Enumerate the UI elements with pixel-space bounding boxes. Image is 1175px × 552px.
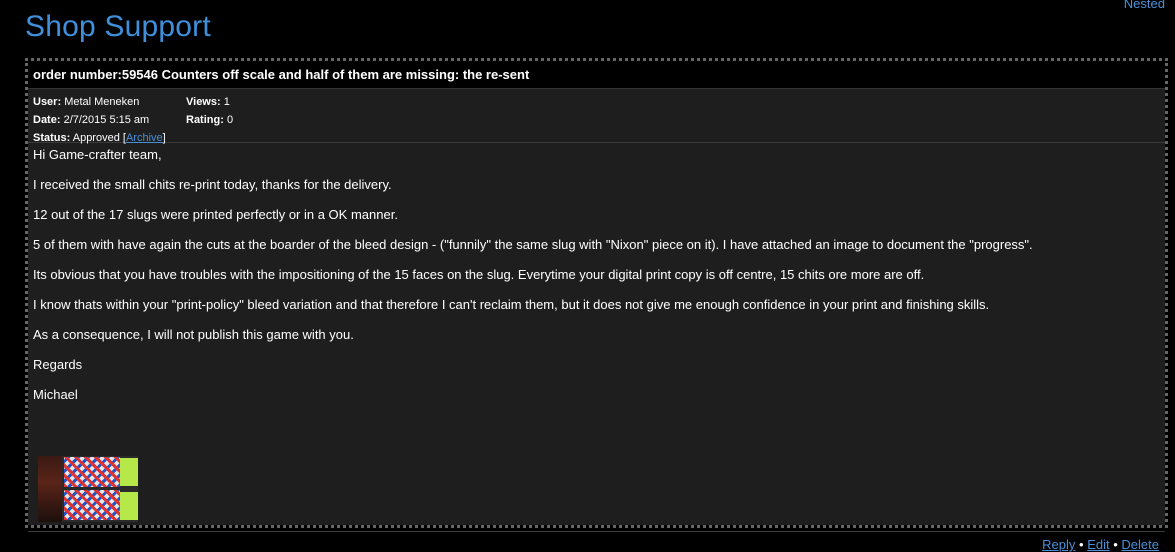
post-actions: Reply • Edit • Delete xyxy=(1042,537,1159,552)
sticky-note-image xyxy=(120,492,138,520)
attachment-thumbnail[interactable] xyxy=(38,456,138,522)
action-separator: • xyxy=(1113,537,1118,552)
status-value: Approved xyxy=(72,132,120,144)
post-content-area: User: Metal Meneken Views: 1 Date: 2/7/2… xyxy=(28,89,1165,552)
reply-link[interactable]: Reply xyxy=(1042,537,1075,552)
date-value: 2/7/2015 5:15 am xyxy=(63,114,150,126)
body-paragraph: I know thats within your "print-policy" … xyxy=(33,297,990,312)
meta-date: Date: 2/7/2015 5:15 am xyxy=(33,111,149,129)
post-subject: order number:59546 Counters off scale an… xyxy=(28,61,1165,89)
body-paragraph: Its obvious that you have troubles with … xyxy=(33,267,925,282)
delete-link[interactable]: Delete xyxy=(1121,537,1159,552)
photo-edge xyxy=(38,456,62,522)
post-footer-divider xyxy=(28,531,1165,532)
body-paragraph: Regards xyxy=(33,357,83,372)
rating-label: Rating: xyxy=(186,114,224,126)
nested-view-link[interactable]: Nested xyxy=(1124,0,1165,11)
body-paragraph: I received the small chits re-print toda… xyxy=(33,177,392,192)
user-value: Metal Meneken xyxy=(64,96,140,108)
post-body: Hi Game-crafter team, I received the sma… xyxy=(28,143,1165,417)
body-paragraph: 12 out of the 17 slugs were printed perf… xyxy=(33,207,398,222)
body-paragraph: 5 of them with have again the cuts at th… xyxy=(33,237,1033,252)
status-label: Status: xyxy=(33,132,71,144)
sticky-note-image xyxy=(120,458,138,486)
views-value: 1 xyxy=(223,96,230,108)
user-label: User: xyxy=(33,96,62,108)
meta-user: User: Metal Meneken xyxy=(33,93,139,111)
body-paragraph: Hi Game-crafter team, xyxy=(33,147,162,162)
action-separator: • xyxy=(1079,537,1084,552)
meta-rating: Rating: 0 xyxy=(186,111,233,129)
rating-value: 0 xyxy=(226,114,234,126)
body-paragraph: Michael xyxy=(33,387,78,402)
counter-sheet-image xyxy=(64,490,120,520)
counter-sheet-image xyxy=(64,457,120,487)
page-title: Shop Support xyxy=(25,10,211,43)
forum-post: order number:59546 Counters off scale an… xyxy=(25,58,1168,552)
meta-status: Status: Approved [Archive] xyxy=(33,132,166,144)
views-label: Views: xyxy=(186,96,221,108)
body-paragraph: As a consequence, I will not publish thi… xyxy=(33,327,354,342)
archive-link[interactable]: Archive xyxy=(126,132,163,144)
edit-link[interactable]: Edit xyxy=(1087,537,1109,552)
post-meta: User: Metal Meneken Views: 1 Date: 2/7/2… xyxy=(28,89,1165,144)
date-label: Date: xyxy=(33,114,61,126)
meta-views: Views: 1 xyxy=(186,93,230,111)
